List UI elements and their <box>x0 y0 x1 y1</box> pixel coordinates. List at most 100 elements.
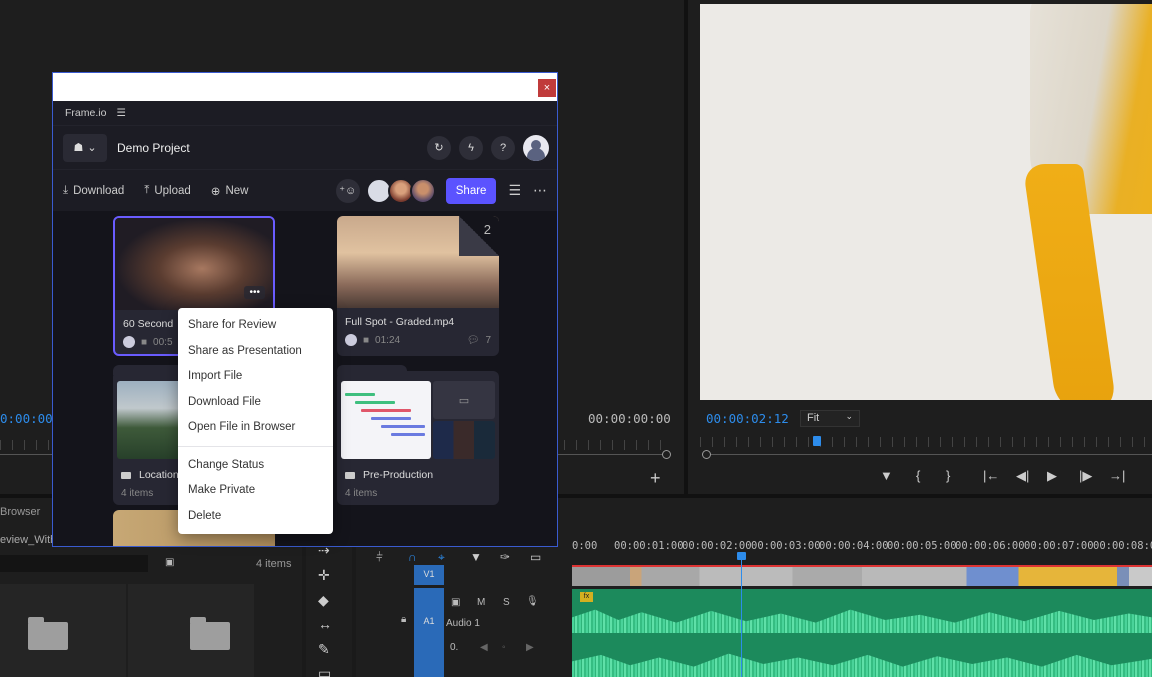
razor-icon[interactable]: ◆ <box>318 592 329 609</box>
project-browser-tab[interactable]: Browser <box>0 506 40 518</box>
project-file-name: eview_With <box>0 534 57 546</box>
new-button[interactable]: ⊕ New <box>211 184 249 198</box>
captions-icon[interactable]: ▭ <box>530 550 541 564</box>
keyframe-prev-icon[interactable]: ◀ <box>480 642 488 653</box>
fx-badge: fx <box>580 592 593 602</box>
mark-out-icon[interactable]: } <box>946 468 950 483</box>
window-titlebar[interactable]: × <box>53 73 557 101</box>
menu-change-status[interactable]: Change Status <box>178 453 333 479</box>
program-ruler[interactable] <box>700 437 1152 447</box>
ripple-edit-icon[interactable]: ✛ <box>318 567 330 584</box>
menu-share-as-presentation[interactable]: Share as Presentation <box>178 339 333 365</box>
hamburger-icon[interactable]: ☰ <box>116 107 125 119</box>
audio-waveform-left <box>572 609 1152 633</box>
folder-label: Pre-Production <box>345 469 433 481</box>
volume-icon[interactable]: 0. <box>450 642 458 653</box>
folder-thumbnail-gantt <box>341 381 431 459</box>
folder-icon <box>28 617 68 650</box>
add-marker-icon[interactable]: ▼ <box>470 550 482 564</box>
more-options-icon[interactable]: ⋯ <box>533 182 547 199</box>
track-name: Audio 1 <box>446 618 480 629</box>
menu-delete[interactable]: Delete <box>178 504 333 530</box>
asset-duration: 00:5 <box>153 336 173 348</box>
lightning-icon[interactable]: ϟ <box>459 135 483 160</box>
collaborator-avatars[interactable] <box>365 177 436 204</box>
close-button[interactable]: × <box>538 79 556 97</box>
add-user-icon[interactable]: ⁺☺ <box>335 178 360 203</box>
program-scrub-bar[interactable] <box>706 454 1152 455</box>
asset-thumbnail: 2 <box>337 216 499 308</box>
asset-toolbar: ⤓ Download ⤒ Upload ⊕ New ⁺☺ Share ☰ ⋯ <box>53 169 557 211</box>
menu-share-for-review[interactable]: Share for Review <box>178 313 333 339</box>
folder-icon <box>345 471 355 479</box>
card-sub: ■ 01:24 💬︎ 7 <box>345 334 491 346</box>
linked-selection-icon[interactable]: ⌖ <box>438 550 445 565</box>
folder-name: Pre-Production <box>363 469 434 481</box>
user-avatar[interactable] <box>523 134 549 161</box>
folder-card-pre-production[interactable]: ▭ Pre-Production 4 items <box>337 365 499 505</box>
share-button[interactable]: Share <box>445 177 497 204</box>
refresh-icon[interactable]: ↻ <box>427 135 451 160</box>
keyframe-next-icon[interactable]: ▶ <box>526 642 534 653</box>
card-more-icon[interactable]: ••• <box>244 286 265 299</box>
slip-icon[interactable]: ↔ <box>318 616 332 632</box>
project-search-input[interactable] <box>0 555 148 572</box>
mute-button[interactable]: M <box>477 597 485 608</box>
mark-in-icon[interactable]: { <box>916 468 920 483</box>
step-forward-icon[interactable]: |▶ <box>1079 468 1092 484</box>
asset-title: Full Spot - Graded.mp4 <box>345 316 455 328</box>
asset-card[interactable]: 2 Full Spot - Graded.mp4 ■ 01:24 💬︎ 7 <box>337 216 499 356</box>
keyframe-add-icon[interactable]: ◦ <box>502 642 506 653</box>
menu-open-file-in-browser[interactable]: Open File in Browser <box>178 415 333 441</box>
gantt-bar <box>361 409 411 412</box>
panel-divider-vertical[interactable] <box>684 0 688 494</box>
video-clip-track[interactable] <box>572 567 1152 586</box>
sync-lock-icon[interactable]: ▣ <box>451 597 460 608</box>
project-bin-2[interactable] <box>128 584 254 677</box>
rectangle-icon[interactable]: ▭ <box>318 665 331 677</box>
add-button[interactable]: + <box>650 468 661 489</box>
insert-icon[interactable]: ⫩ <box>376 550 383 565</box>
step-back-icon[interactable]: ◀| <box>1016 468 1029 484</box>
go-to-out-icon[interactable]: →| <box>1109 468 1125 483</box>
project-item-count: 4 items <box>256 558 292 570</box>
project-bin-1[interactable] <box>0 584 126 677</box>
help-icon[interactable]: ? <box>491 135 515 160</box>
new-bin-icon[interactable]: ▣ <box>165 557 174 568</box>
track-a1-target[interactable]: A1 <box>414 588 444 677</box>
upload-button[interactable]: ⤒ Upload <box>144 184 191 197</box>
ruler-label: 00:00:08:00 <box>1093 540 1152 552</box>
source-scrub-handle[interactable] <box>662 450 671 459</box>
project-switcher-button[interactable]: ☗ ⌄ <box>63 133 107 162</box>
track-v1-target[interactable]: V1 <box>414 565 444 585</box>
solo-button[interactable]: S <box>503 597 510 608</box>
wrench-icon[interactable]: ✑ <box>500 550 510 564</box>
menu-download-file[interactable]: Download File <box>178 390 333 416</box>
go-to-in-icon[interactable]: |← <box>983 468 999 483</box>
download-button[interactable]: ⤓ Download <box>63 184 124 197</box>
menu-import-file[interactable]: Import File <box>178 364 333 390</box>
list-view-icon[interactable]: ☰ <box>508 182 521 199</box>
folder-subfolder-thumb: ▭ <box>433 381 495 419</box>
program-playhead-marker[interactable] <box>813 436 821 446</box>
source-timecode[interactable]: 0:00:00 <box>0 411 53 426</box>
lock-icon[interactable]: 🔒︎ <box>401 614 406 625</box>
upload-icon: ⤒ <box>144 184 150 196</box>
timeline-playhead[interactable] <box>741 555 742 677</box>
microphone-icon[interactable]: 🎙︎ <box>526 596 539 607</box>
audio-clip-track[interactable] <box>572 589 1152 677</box>
marker-icon[interactable]: ▼ <box>880 468 893 483</box>
collaborator-avatar[interactable] <box>409 177 436 204</box>
fit-zoom-select[interactable]: Fit ⌄ <box>800 410 860 427</box>
audio-channel-divider <box>572 633 1152 634</box>
snap-icon[interactable]: ∩ <box>408 550 417 564</box>
uploader-avatar <box>345 334 357 346</box>
menu-make-private[interactable]: Make Private <box>178 478 333 504</box>
pen-icon[interactable]: ✎ <box>318 641 330 658</box>
play-icon[interactable]: ▶ <box>1047 468 1057 484</box>
folder-item-count: 4 items <box>345 488 378 499</box>
program-scrub-handle[interactable] <box>702 450 711 459</box>
program-timecode[interactable]: 00:00:02:12 <box>706 411 789 426</box>
version-count: 2 <box>483 222 491 237</box>
chevron-down-icon: ⌄ <box>87 142 97 154</box>
